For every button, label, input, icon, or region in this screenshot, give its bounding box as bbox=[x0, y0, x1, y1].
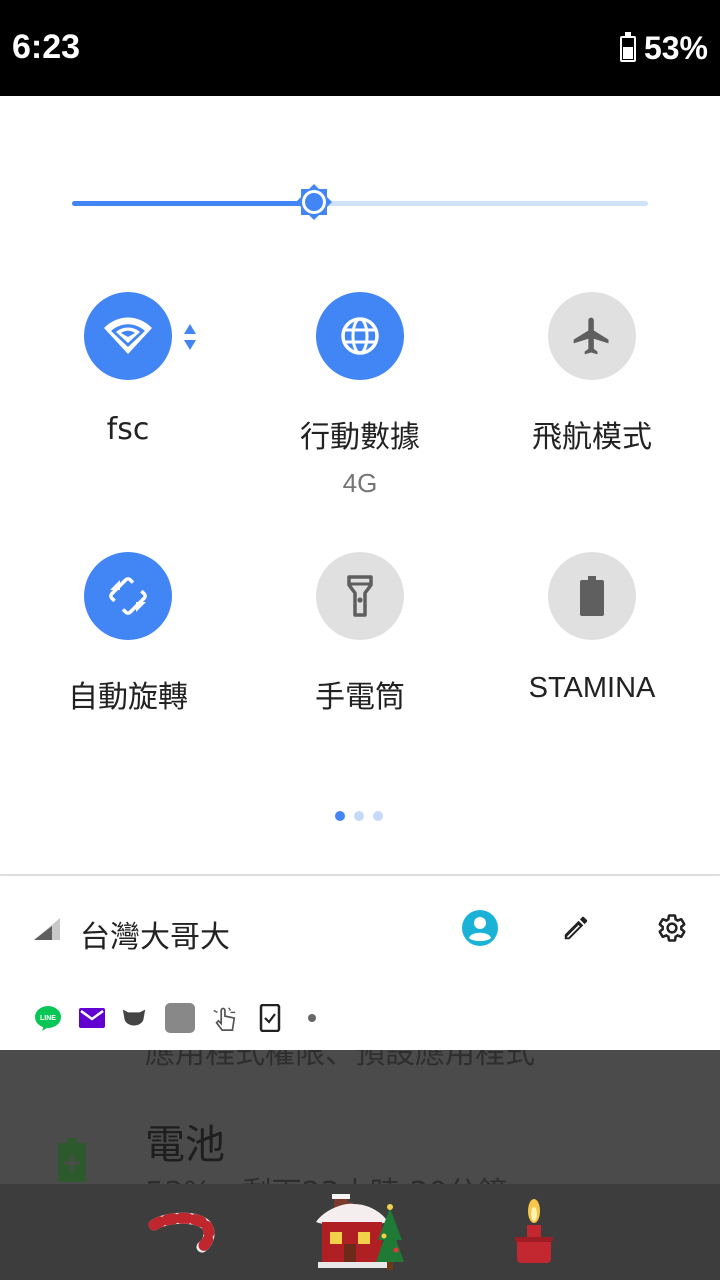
brightness-fill bbox=[72, 201, 314, 206]
shield-icon bbox=[120, 1004, 148, 1032]
signal-strength-icon bbox=[34, 918, 60, 940]
brightness-thumb[interactable] bbox=[294, 182, 334, 222]
tile-stamina-label: STAMINA bbox=[528, 672, 656, 704]
svg-text:LINE: LINE bbox=[40, 1015, 56, 1022]
background-battery-subtitle: 53% - 剩下23小時 30分鐘 bbox=[145, 1168, 507, 1184]
page-indicator bbox=[335, 811, 383, 821]
tile-stamina-button[interactable] bbox=[548, 552, 636, 640]
tile-airplane-mode[interactable]: 飛航模式 bbox=[476, 292, 708, 456]
gear-icon bbox=[658, 914, 686, 942]
page-dot bbox=[335, 811, 345, 821]
rotate-icon bbox=[108, 576, 148, 616]
tile-flashlight[interactable]: 手電筒 bbox=[244, 552, 476, 716]
home-button[interactable] bbox=[312, 1190, 408, 1274]
line-icon: LINE bbox=[34, 1004, 62, 1032]
tile-wifi-button[interactable] bbox=[84, 292, 196, 380]
tile-flashlight-button[interactable] bbox=[316, 552, 404, 640]
edit-tiles-button[interactable] bbox=[554, 906, 598, 950]
airplane-icon bbox=[573, 317, 609, 355]
candle-icon bbox=[515, 1199, 553, 1263]
tile-wifi-label: fsc bbox=[106, 412, 150, 447]
tile-mobile-data[interactable]: 行動數據 4G bbox=[244, 292, 476, 499]
status-bar: 6:23 53% bbox=[0, 0, 720, 96]
touch-icon bbox=[210, 1004, 238, 1032]
data-activity-arrows-icon bbox=[184, 324, 196, 350]
background-settings-content: 應用程式權限、預設應用程式 電池 53% - 剩下23小時 30分鐘 bbox=[0, 1050, 720, 1184]
settings-button[interactable] bbox=[650, 906, 694, 950]
battery-charging-icon bbox=[58, 1138, 86, 1182]
brightness-slider[interactable] bbox=[72, 184, 648, 220]
tile-auto-rotate-label: 自動旋轉 bbox=[68, 680, 188, 715]
tile-mobile-data-network-type: 4G bbox=[342, 468, 378, 498]
tile-wifi[interactable]: fsc bbox=[12, 292, 244, 447]
account-icon bbox=[462, 910, 498, 946]
back-button[interactable] bbox=[134, 1190, 230, 1274]
tile-auto-rotate-button[interactable] bbox=[84, 552, 172, 640]
page-dot bbox=[354, 811, 364, 821]
pencil-icon bbox=[564, 916, 588, 940]
status-time: 6:23 bbox=[12, 28, 81, 66]
quick-settings-panel: fsc 行動數據 4G 飛航模式 自動旋轉 手電筒 STAMINA bbox=[0, 96, 720, 874]
tile-auto-rotate[interactable]: 自動旋轉 bbox=[12, 552, 244, 716]
user-profile-button[interactable] bbox=[458, 906, 502, 950]
more-dot-icon bbox=[298, 1004, 326, 1032]
globe-icon bbox=[341, 317, 379, 355]
wifi-icon bbox=[104, 317, 152, 354]
brightness-sun-icon bbox=[296, 184, 332, 220]
mail-icon bbox=[78, 1004, 106, 1032]
app-icon bbox=[164, 1002, 196, 1034]
battery-status-icon bbox=[619, 31, 636, 62]
recents-button[interactable] bbox=[486, 1190, 582, 1274]
carrier-name: 台灣大哥大 bbox=[80, 920, 230, 955]
quick-settings-footer: 台灣大哥大 bbox=[0, 876, 720, 986]
christmas-house-icon bbox=[316, 1194, 404, 1270]
page-dot bbox=[373, 811, 383, 821]
background-battery-title: 電池 bbox=[145, 1122, 225, 1168]
tile-airplane-mode-button[interactable] bbox=[548, 292, 636, 380]
tile-mobile-data-label: 行動數據 bbox=[300, 420, 420, 455]
flashlight-icon bbox=[347, 575, 373, 617]
background-hidden-line: 應用程式權限、預設應用程式 bbox=[145, 1050, 535, 1071]
tile-mobile-data-button[interactable] bbox=[316, 292, 404, 380]
notification-icons-bar: LINE bbox=[0, 986, 720, 1050]
navigation-bar bbox=[0, 1184, 720, 1280]
phone-check-icon bbox=[256, 1004, 284, 1032]
battery-percent: 53% bbox=[643, 30, 708, 66]
tile-airplane-mode-label: 飛航模式 bbox=[532, 420, 652, 455]
tile-stamina[interactable]: STAMINA bbox=[476, 552, 708, 705]
status-right: 53% bbox=[619, 30, 708, 67]
tile-flashlight-label: 手電筒 bbox=[315, 680, 405, 715]
battery-icon bbox=[580, 576, 604, 616]
candy-cane-icon bbox=[148, 1212, 215, 1253]
